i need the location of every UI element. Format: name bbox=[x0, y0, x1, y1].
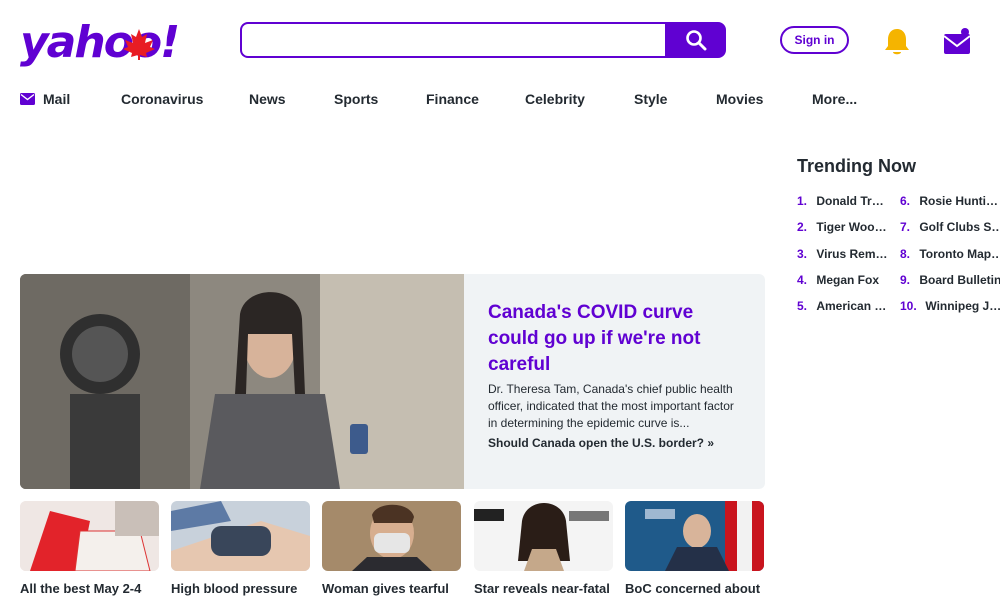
nav-item-movies[interactable]: Movies bbox=[716, 86, 763, 112]
story-card[interactable]: High blood pressure bbox=[171, 501, 310, 600]
story-card[interactable]: All the best May 2-4 bbox=[20, 501, 159, 600]
search-input[interactable] bbox=[240, 22, 666, 58]
trending-rank: 5. bbox=[797, 299, 808, 313]
trending-now-heading: Trending Now bbox=[797, 156, 916, 176]
trending-label: Board Bulletin bbox=[919, 273, 1000, 287]
nav-item-mail[interactable]: Mail bbox=[20, 86, 70, 112]
trending-rank: 8. bbox=[900, 247, 911, 261]
trending-item[interactable]: 9. Board Bulletin bbox=[900, 272, 1000, 288]
maple-leaf-icon bbox=[123, 29, 155, 60]
trending-label: Winnipeg Jets bbox=[925, 299, 1000, 313]
trending-item[interactable]: 3. Virus Removal bbox=[797, 246, 888, 262]
hero-related-link[interactable]: Should Canada open the U.S. border? » bbox=[488, 436, 714, 450]
nav-item-celebrity[interactable]: Celebrity bbox=[525, 86, 585, 112]
trending-item[interactable]: 6. Rosie Huntington bbox=[900, 193, 1000, 209]
nav-item-news[interactable]: News bbox=[249, 86, 286, 112]
trending-item[interactable]: 1. Donald Trump bbox=[797, 193, 888, 209]
trending-item[interactable]: 10. Winnipeg Jets bbox=[900, 298, 1000, 314]
trending-item[interactable]: 2. Tiger Woods bbox=[797, 219, 888, 235]
hero-story[interactable]: Canada's COVID curve could go up if we'r… bbox=[20, 274, 765, 489]
trending-label: American Idol bbox=[816, 299, 889, 313]
trending-rank: 1. bbox=[797, 194, 808, 208]
nav-item-style[interactable]: Style bbox=[634, 86, 667, 112]
nav-item-label: Mail bbox=[43, 91, 71, 107]
trending-item[interactable]: 7. Golf Clubs Sale bbox=[900, 219, 1000, 235]
sign-in-button[interactable]: Sign in bbox=[780, 26, 849, 54]
story-thumbnail bbox=[474, 501, 613, 571]
trending-rank: 9. bbox=[900, 273, 911, 287]
trending-item[interactable]: 8. Toronto Maple Leafs bbox=[900, 246, 1000, 262]
story-card[interactable]: Woman gives tearful bbox=[322, 501, 461, 600]
trending-label: Rosie Huntington bbox=[919, 194, 1000, 208]
nav-item-more[interactable]: More... bbox=[812, 86, 857, 112]
story-card[interactable]: BoC concerned about bbox=[625, 501, 764, 600]
yahoo-logo[interactable]: yahoo! bbox=[20, 18, 190, 70]
hero-image bbox=[20, 274, 464, 489]
trending-label: Megan Fox bbox=[816, 273, 880, 287]
story-thumbnail bbox=[625, 501, 764, 571]
story-thumbnail bbox=[171, 501, 310, 571]
story-thumbnail bbox=[322, 501, 461, 571]
story-thumbnail bbox=[20, 501, 159, 571]
search-icon bbox=[685, 30, 706, 51]
trending-label: Donald Trump bbox=[816, 194, 888, 208]
story-title: High blood pressure bbox=[171, 581, 298, 596]
trending-label: Golf Clubs Sale bbox=[919, 220, 1000, 234]
nav-item-coronavirus[interactable]: Coronavirus bbox=[121, 86, 203, 112]
search-button[interactable] bbox=[665, 22, 726, 58]
nav-item-finance[interactable]: Finance bbox=[426, 86, 479, 112]
trending-label: Toronto Maple Leafs bbox=[919, 247, 1000, 261]
story-card[interactable]: Star reveals near-fatal bbox=[474, 501, 613, 600]
mail-icon bbox=[20, 93, 35, 105]
story-title: Star reveals near-fatal bbox=[474, 581, 610, 596]
story-title: Woman gives tearful bbox=[322, 581, 449, 596]
trending-item[interactable]: 4. Megan Fox bbox=[797, 272, 879, 288]
trending-label: Virus Removal bbox=[816, 247, 889, 261]
trending-rank: 10. bbox=[900, 299, 917, 313]
trending-rank: 7. bbox=[900, 220, 911, 234]
story-title: BoC concerned about bbox=[625, 581, 761, 596]
main-nav: Mail Coronavirus News Sports Finance Cel… bbox=[20, 86, 880, 112]
trending-label: Tiger Woods bbox=[816, 220, 889, 234]
nav-item-sports[interactable]: Sports bbox=[334, 86, 378, 112]
hero-summary: Dr. Theresa Tam, Canada's chief public h… bbox=[488, 382, 734, 430]
trending-item[interactable]: 5. American Idol bbox=[797, 298, 888, 314]
trending-rank: 6. bbox=[900, 194, 911, 208]
trending-rank: 3. bbox=[797, 247, 808, 261]
notifications-bell-icon[interactable] bbox=[883, 27, 911, 57]
trending-rank: 4. bbox=[797, 273, 808, 287]
hero-headline[interactable]: Canada's COVID curve could go up if we'r… bbox=[488, 300, 738, 378]
trending-rank: 2. bbox=[797, 220, 808, 234]
story-title: All the best May 2-4 bbox=[20, 581, 142, 596]
mail-envelope-icon[interactable] bbox=[943, 27, 971, 55]
